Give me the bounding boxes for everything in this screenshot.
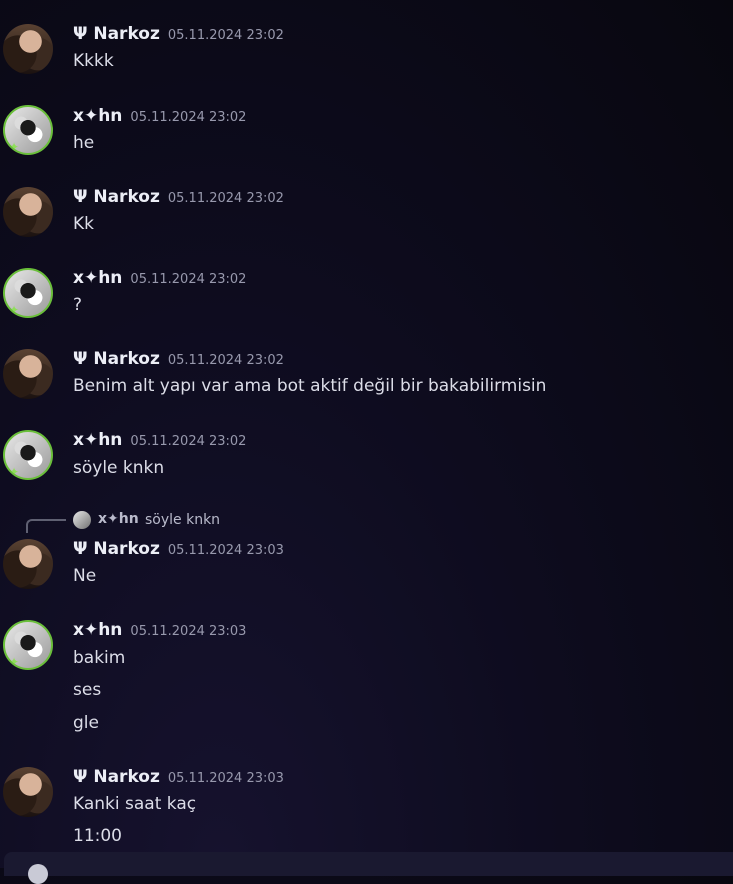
message-text: Kk: [73, 214, 94, 234]
username[interactable]: x✦hn: [73, 620, 122, 640]
message-text: gle: [73, 713, 99, 733]
avatar[interactable]: [3, 349, 53, 399]
message-text: Kkkk: [73, 51, 114, 71]
timestamp: 05.11.2024 23:03: [167, 543, 284, 558]
message-text: Benim alt yapı var ama bot aktif değil b…: [73, 376, 547, 396]
reply-avatar: [73, 511, 91, 529]
star-icon: ✦: [9, 303, 20, 317]
timestamp: 05.11.2024 23:03: [130, 624, 247, 639]
timestamp: 05.11.2024 23:03: [167, 771, 284, 786]
message-composer[interactable]: [4, 852, 733, 884]
timestamp: 05.11.2024 23:02: [130, 110, 247, 125]
username[interactable]: Ψ Narkoz: [73, 187, 160, 207]
star-icon: ✦: [9, 655, 20, 669]
message-text: 11:00: [73, 826, 122, 846]
avatar[interactable]: [3, 767, 53, 817]
username[interactable]: Ψ Narkoz: [73, 539, 160, 559]
reply-reference[interactable]: x✦hn söyle knkn: [26, 510, 326, 533]
message-text: ses: [73, 680, 102, 700]
avatar[interactable]: ✦: [3, 105, 53, 155]
timestamp: 05.11.2024 23:02: [130, 434, 247, 449]
username[interactable]: x✦hn: [73, 106, 122, 126]
timestamp: 05.11.2024 23:02: [167, 353, 284, 368]
avatar[interactable]: [3, 539, 53, 589]
message-text: Ne: [73, 566, 97, 586]
username[interactable]: x✦hn: [73, 268, 122, 288]
username[interactable]: Ψ Narkoz: [73, 24, 160, 44]
avatar[interactable]: ✦: [3, 430, 53, 480]
avatar[interactable]: ✦: [3, 268, 53, 318]
timestamp: 05.11.2024 23:02: [130, 272, 247, 287]
reply-connector: [26, 519, 66, 533]
avatar[interactable]: [3, 187, 53, 237]
star-icon: ✦: [9, 465, 20, 479]
message-text: Kanki saat kaç: [73, 794, 197, 814]
timestamp: 05.11.2024 23:02: [167, 28, 284, 43]
star-icon: ✦: [9, 140, 20, 154]
message-text: he: [73, 133, 95, 153]
avatar[interactable]: [3, 24, 53, 74]
timestamp: 05.11.2024 23:02: [167, 191, 284, 206]
username[interactable]: Ψ Narkoz: [73, 767, 160, 787]
reply-username[interactable]: x✦hn: [98, 511, 139, 527]
message-text: ?: [73, 295, 83, 315]
message-text: bakim: [73, 648, 126, 668]
username[interactable]: Ψ Narkoz: [73, 349, 160, 369]
reply-text[interactable]: söyle knkn: [145, 512, 220, 528]
username[interactable]: x✦hn: [73, 430, 122, 450]
avatar[interactable]: ✦: [3, 620, 53, 670]
message-text: söyle knkn: [73, 458, 165, 478]
chat-messages: Ψ Narkoz 05.11.2024 23:02 Kkkk ✦ x✦hn 05.1…: [0, 0, 733, 884]
add-attachment-icon[interactable]: [28, 864, 48, 884]
